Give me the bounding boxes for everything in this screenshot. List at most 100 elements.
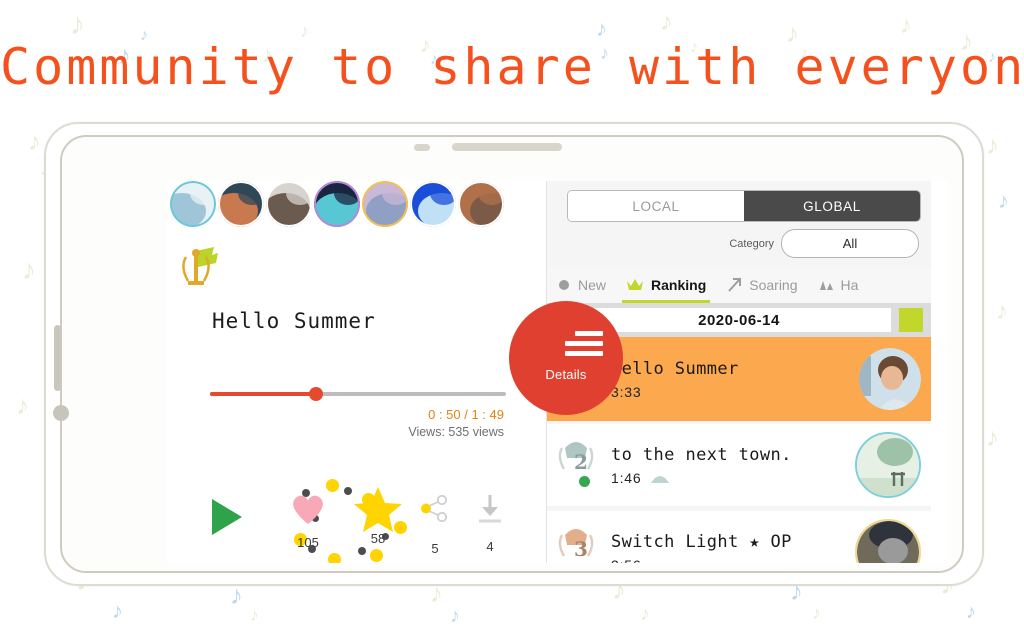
category-select[interactable]: All: [781, 229, 919, 258]
music-note-icon: ♪: [70, 8, 85, 41]
rank-3-badge: 3: [553, 523, 603, 563]
row-sub: 1:46: [611, 470, 855, 486]
music-note-icon: ♪: [596, 16, 607, 41]
download-button[interactable]: 4: [474, 493, 506, 554]
rank-2-badge: 2: [553, 436, 603, 478]
row-duration: 1:46: [611, 469, 642, 486]
like-button[interactable]: 105: [288, 489, 328, 550]
camera-dot: [414, 144, 430, 151]
tab-new-label: New: [578, 277, 607, 293]
tab-ha[interactable]: Ha: [808, 267, 869, 303]
avatar[interactable]: [170, 181, 216, 227]
segment-local[interactable]: LOCAL: [568, 191, 744, 221]
row-info: Switch Light ★ OP 3:56: [609, 531, 855, 564]
details-tab-button[interactable]: Details: [509, 301, 623, 415]
music-note-icon: ♪: [660, 6, 673, 36]
row-info: to the next town. 1:46: [609, 445, 855, 486]
music-note-icon: ♪: [996, 298, 1008, 325]
music-note-icon: ♪: [28, 126, 41, 156]
row-title: to the next town.: [611, 444, 792, 465]
table-row[interactable]: 2 to the next town. 1:46: [547, 424, 931, 506]
row-thumbnail[interactable]: [855, 519, 921, 563]
view-count: Views: 535 views: [408, 425, 504, 439]
arrow-up-right-icon: [728, 278, 742, 292]
avatar[interactable]: [362, 181, 408, 227]
crown-icon: [627, 279, 644, 290]
music-note-icon: ♪: [966, 601, 976, 623]
rank-cell: 3: [547, 511, 609, 563]
power-button[interactable]: [53, 405, 69, 421]
favorite-button[interactable]: 58: [352, 485, 404, 546]
tab-ranking-label: Ranking: [651, 277, 707, 293]
music-note-icon: ♪: [998, 188, 1009, 213]
phone-mockup: Hello Summer 0 : 50 / 1 : 49 Views: 535 …: [44, 122, 984, 586]
download-icon: [479, 495, 501, 523]
action-row: 105 58 5 4: [202, 479, 522, 563]
now-playing-title: Hello Summer: [212, 309, 376, 333]
tab-soaring-label: Soaring: [749, 277, 798, 293]
table-row[interactable]: 3 Switch Light ★ OP: [547, 511, 931, 563]
avatar[interactable]: [410, 181, 456, 227]
music-note-icon: ♪: [22, 254, 36, 285]
confetti-dot: [344, 487, 352, 495]
row-thumbnail[interactable]: [859, 348, 921, 410]
mountain-icon: [819, 281, 833, 290]
details-tab-label: Details: [545, 367, 587, 382]
row-sub: 3:56: [611, 557, 855, 564]
music-note-icon: ♪: [640, 603, 650, 625]
music-note-icon: ♪: [986, 130, 999, 160]
tab-new[interactable]: New: [547, 267, 616, 303]
confetti-dot: [370, 549, 383, 562]
row-thumbnail[interactable]: [855, 432, 921, 498]
playback-time: 0 : 50 / 1 : 49: [428, 407, 504, 422]
avatar[interactable]: [314, 181, 360, 227]
tab-ha-label: Ha: [840, 277, 859, 293]
music-note-icon: ♪: [450, 605, 460, 627]
scope-segmented-control[interactable]: LOCAL GLOBAL: [567, 190, 921, 222]
phone-screen: Hello Summer 0 : 50 / 1 : 49 Views: 535 …: [114, 159, 948, 563]
row-title: Hello Summer: [611, 358, 739, 379]
row-duration: 3:56: [611, 557, 641, 564]
confetti-dot: [328, 553, 341, 563]
star-icon: [354, 487, 402, 532]
svg-text:3: 3: [574, 537, 588, 561]
tab-ranking[interactable]: Ranking: [616, 267, 716, 303]
like-count: 105: [297, 535, 319, 550]
speaker-grille: [452, 143, 562, 151]
share-button[interactable]: 5: [420, 494, 450, 556]
row-sub: 3:33: [611, 384, 859, 400]
seek-bar[interactable]: [210, 387, 506, 401]
play-icon[interactable]: [212, 499, 242, 535]
page-title: Community to share with everyone: [0, 38, 1024, 96]
music-note-icon: ♪: [112, 598, 123, 623]
segment-global[interactable]: GLOBAL: [744, 191, 920, 221]
avatar[interactable]: [218, 181, 264, 227]
ranking-tabs: New Ranking Soaring Ha: [547, 267, 931, 304]
music-note-icon: ♪: [812, 603, 821, 623]
phone-body: Hello Summer 0 : 50 / 1 : 49 Views: 535 …: [53, 135, 964, 573]
music-note-icon: ♪: [16, 390, 29, 420]
music-note-icon: ♪: [900, 12, 912, 39]
row-title: Switch Light ★ OP: [611, 531, 792, 552]
music-note-icon: ♪: [250, 605, 259, 625]
bronze-crown-icon: [658, 562, 663, 563]
share-count: 5: [431, 541, 439, 556]
category-label: Category: [729, 237, 774, 250]
list-lines-icon: [565, 331, 603, 359]
seek-handle[interactable]: [309, 387, 324, 401]
avatar[interactable]: [266, 181, 312, 227]
heart-icon: [293, 495, 323, 524]
confetti-dot: [358, 547, 366, 555]
category-row: Category All: [729, 229, 919, 258]
tab-soaring[interactable]: Soaring: [716, 267, 807, 303]
favorite-count: 58: [370, 531, 386, 546]
trend-steady-icon: [579, 476, 590, 487]
avatar[interactable]: [458, 181, 504, 227]
date-value[interactable]: 2020-06-14: [587, 308, 891, 332]
date-next-button[interactable]: [899, 308, 923, 332]
avatar-row: [170, 181, 504, 227]
music-note-icon: ♪: [986, 422, 999, 452]
player-pane: Hello Summer 0 : 50 / 1 : 49 Views: 535 …: [166, 181, 546, 563]
volume-button[interactable]: [54, 325, 61, 391]
download-count: 4: [486, 539, 494, 554]
